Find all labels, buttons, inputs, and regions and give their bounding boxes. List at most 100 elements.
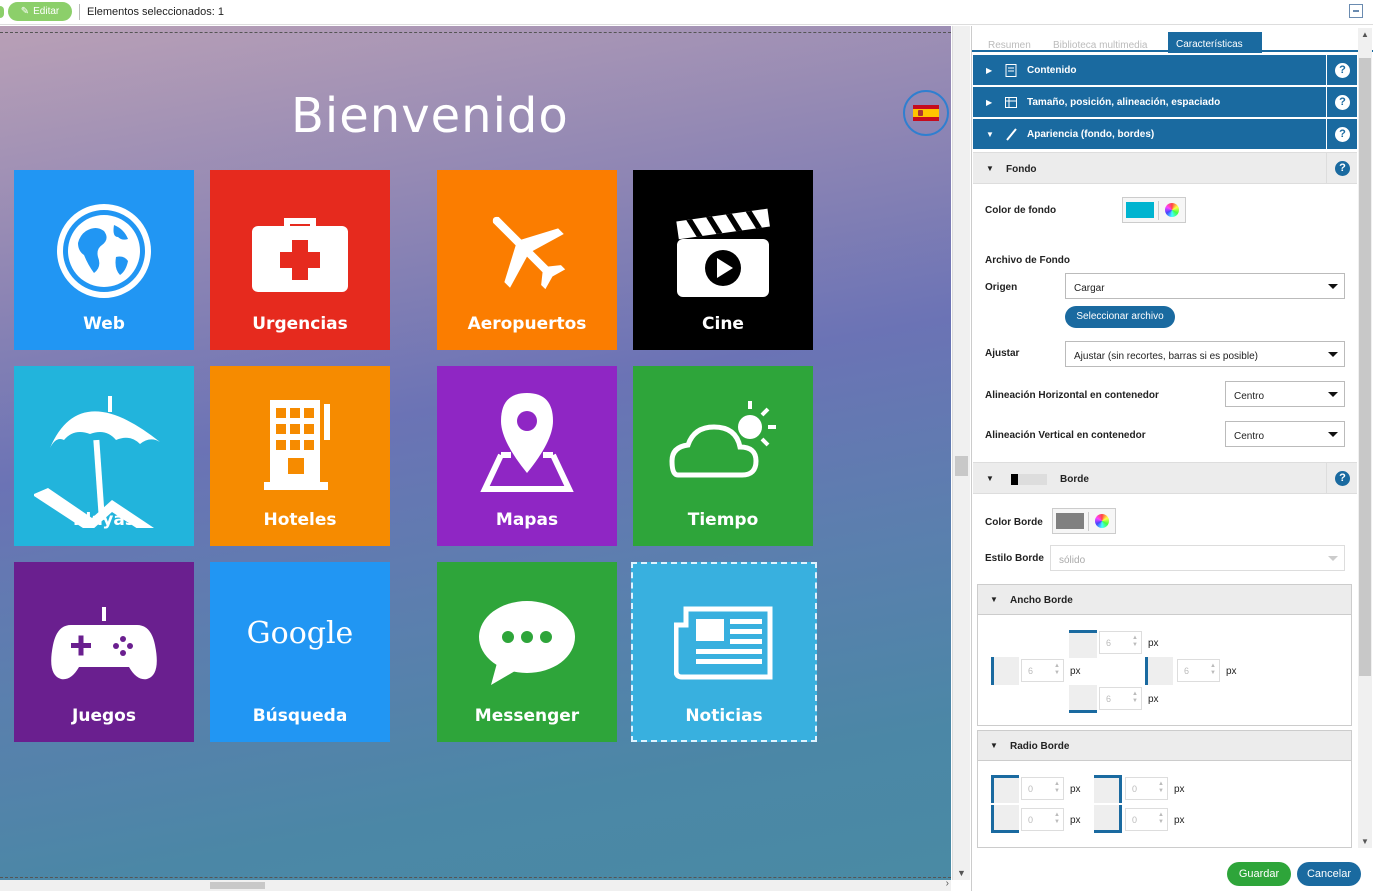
border-left-icon <box>991 657 1019 685</box>
radius-top-right-icon <box>1094 775 1122 803</box>
tile-noticias[interactable]: Noticias <box>631 562 817 742</box>
tile-aeropuertos[interactable]: Aeropuertos <box>437 170 617 350</box>
first-aid-icon <box>210 196 390 306</box>
border-color-swatch[interactable] <box>1056 513 1084 529</box>
section-apariencia[interactable]: ▼ Apariencia (fondo, bordes) ? <box>973 119 1357 150</box>
tab-resumen[interactable]: Resumen <box>980 34 1039 54</box>
radius-top-right-input[interactable]: 0 ▲ ▼ <box>1125 777 1168 800</box>
tile-playas[interactable]: Playas <box>14 366 194 546</box>
scroll-thumb[interactable] <box>210 882 265 889</box>
fit-select[interactable]: Ajustar (sin recortes, barras si es posi… <box>1065 341 1345 367</box>
border-width-header[interactable]: ▼ Ancho Borde <box>978 585 1351 615</box>
tile-label: Juegos <box>72 706 136 726</box>
unit-label: px <box>1148 694 1159 705</box>
radius-top-left-input[interactable]: 0 ▲ ▼ <box>1021 777 1064 800</box>
border-style-select[interactable]: sólido <box>1050 545 1345 571</box>
spinner-arrows-icon[interactable]: ▲ ▼ <box>1054 812 1060 826</box>
spinner-arrows-icon[interactable]: ▲ ▼ <box>1158 812 1164 826</box>
chevron-down-icon[interactable]: ▼ <box>957 868 966 878</box>
subsection-fondo[interactable]: ▼ Fondo ? <box>973 152 1357 184</box>
canvas-horizontal-scrollbar[interactable]: › <box>0 878 951 891</box>
help-button[interactable]: ? <box>1326 87 1357 118</box>
spinner-arrows-icon[interactable]: ▲ ▼ <box>1054 781 1060 795</box>
tile-label: Mapas <box>495 510 559 530</box>
spinner-arrows-icon[interactable]: ▲ ▼ <box>1210 663 1216 677</box>
cancel-button[interactable]: Cancelar <box>1297 862 1361 886</box>
h-align-select[interactable]: Centro <box>1225 381 1345 407</box>
border-left-width-input[interactable]: 6 ▲ ▼ <box>1021 659 1064 682</box>
chevron-right-icon[interactable]: › <box>946 878 949 889</box>
subsection-borde[interactable]: ▼ Borde ? <box>973 462 1357 494</box>
v-align-select[interactable]: Centro <box>1225 421 1345 447</box>
border-top-icon <box>1069 630 1097 658</box>
tile-hoteles[interactable]: Hoteles <box>210 366 390 546</box>
fit-value: Ajustar (sin recortes, barras si es posi… <box>1074 351 1258 362</box>
background-color-picker[interactable] <box>1122 197 1186 223</box>
color-wheel-icon[interactable] <box>1088 512 1114 531</box>
tile-label: Hoteles <box>263 510 337 530</box>
radius-bottom-left-input[interactable]: 0 ▲ ▼ <box>1021 808 1064 831</box>
border-radius-header[interactable]: ▼ Radio Borde <box>978 731 1351 761</box>
border-right-width-input[interactable]: 6 ▲ ▼ <box>1177 659 1220 682</box>
tile-tiempo[interactable]: Tiempo <box>633 366 813 546</box>
chevron-down-icon <box>1328 392 1338 397</box>
tile-web[interactable]: Web <box>14 170 194 350</box>
border-top-width-input[interactable]: 6 ▲ ▼ <box>1099 631 1142 654</box>
help-button[interactable]: ? <box>1326 463 1357 493</box>
radius-top-right-value: 0 <box>1132 784 1138 794</box>
spinner-arrows-icon[interactable]: ▲ ▼ <box>1158 781 1164 795</box>
tab-caracteristicas[interactable]: Características <box>1168 32 1262 53</box>
section-tamano[interactable]: ▶ Tamaño, posición, alineación, espaciad… <box>973 87 1357 118</box>
border-bottom-width-input[interactable]: 6 ▲ ▼ <box>1099 687 1142 710</box>
scroll-thumb[interactable] <box>955 456 968 476</box>
newspaper-icon <box>631 598 817 688</box>
tab-biblioteca[interactable]: Biblioteca multimedia <box>1045 34 1156 54</box>
spinner-arrows-icon[interactable]: ▲ ▼ <box>1054 663 1060 677</box>
radius-bottom-right-icon <box>1094 805 1122 833</box>
unit-label: px <box>1070 784 1081 795</box>
unit-label: px <box>1226 666 1237 677</box>
edit-button[interactable]: ✎ Editar <box>8 2 72 21</box>
tile-busqueda[interactable]: Google Búsqueda <box>210 562 390 742</box>
select-file-button[interactable]: Seleccionar archivo <box>1065 306 1175 328</box>
tile-cine[interactable]: Cine <box>633 170 813 350</box>
help-icon: ? <box>1335 63 1350 78</box>
radius-bottom-right-input[interactable]: 0 ▲ ▼ <box>1125 808 1168 831</box>
panel-vertical-scrollbar[interactable]: ▲ ▼ <box>1358 28 1372 848</box>
tile-messenger[interactable]: Messenger <box>437 562 617 742</box>
border-preview-icon <box>1011 474 1047 485</box>
unit-label: px <box>1148 638 1159 649</box>
border-color-picker[interactable] <box>1052 508 1116 534</box>
tile-urgencias[interactable]: Urgencias <box>210 170 390 350</box>
chevron-down-icon[interactable]: ▼ <box>1361 837 1369 846</box>
tile-mapas[interactable]: Mapas <box>437 366 617 546</box>
tile-juegos[interactable]: Juegos <box>14 562 194 742</box>
help-button[interactable]: ? <box>1326 119 1357 150</box>
radius-bottom-right-value: 0 <box>1132 815 1138 825</box>
section-contenido[interactable]: ▶ Contenido ? <box>973 55 1357 86</box>
border-top-width-value: 6 <box>1106 638 1112 648</box>
save-button[interactable]: Guardar <box>1227 862 1291 886</box>
origin-value: Cargar <box>1074 283 1105 294</box>
tile-label: Web <box>83 314 125 334</box>
spinner-arrows-icon[interactable]: ▲ ▼ <box>1132 635 1138 649</box>
background-color-label: Color de fondo <box>985 205 1057 216</box>
canvas-bottom-guide <box>0 877 951 878</box>
help-button[interactable]: ? <box>1326 153 1357 183</box>
chevron-up-icon[interactable]: ▲ <box>1361 30 1369 39</box>
page-title[interactable]: Bienvenido <box>291 88 569 144</box>
left-edge-handle[interactable] <box>0 6 4 18</box>
expand-panel-icon[interactable] <box>1349 4 1363 18</box>
map-pin-icon <box>437 386 617 496</box>
section-label: Contenido <box>1027 65 1077 76</box>
language-button[interactable] <box>903 90 949 136</box>
origin-select[interactable]: Cargar <box>1065 273 1345 299</box>
h-align-label: Alineación Horizontal en contenedor <box>985 390 1159 401</box>
help-button[interactable]: ? <box>1326 55 1357 86</box>
background-color-swatch[interactable] <box>1126 202 1154 218</box>
canvas-vertical-scrollbar[interactable]: ▼ <box>952 26 970 880</box>
unit-label: px <box>1174 784 1185 795</box>
color-wheel-icon[interactable] <box>1158 201 1184 220</box>
scroll-thumb[interactable] <box>1359 58 1371 676</box>
spinner-arrows-icon[interactable]: ▲ ▼ <box>1132 691 1138 705</box>
